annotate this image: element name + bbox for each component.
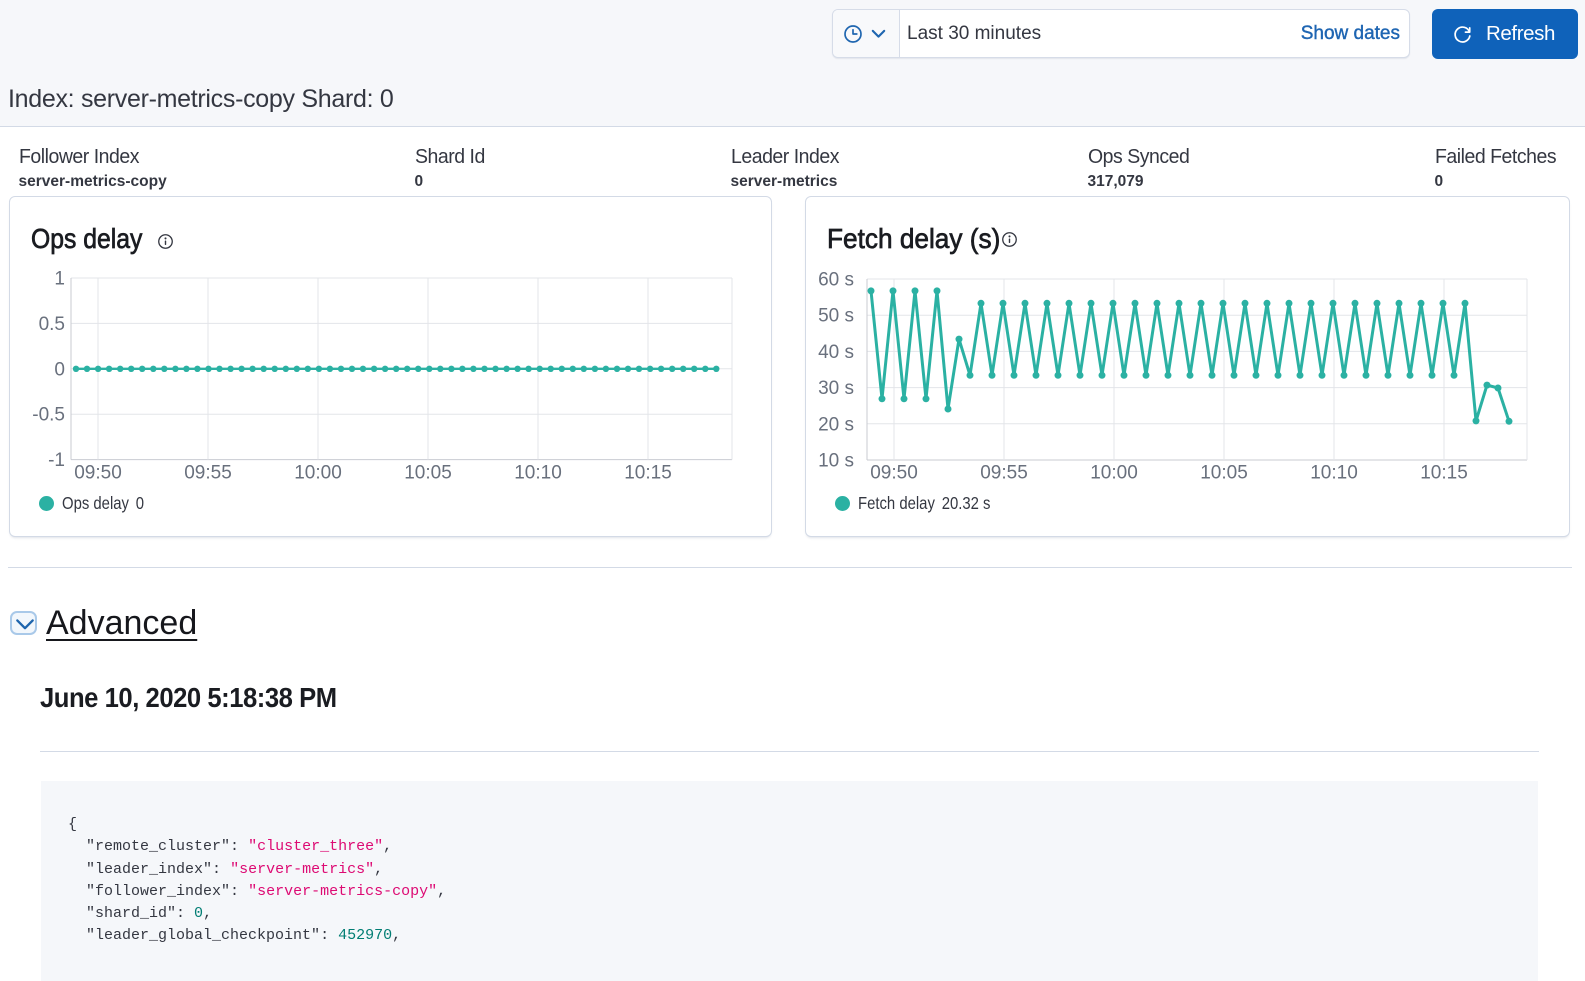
svg-text:30 s: 30 s	[818, 378, 854, 399]
svg-text:10:10: 10:10	[514, 463, 562, 484]
svg-text:09:50: 09:50	[74, 463, 122, 484]
svg-text:10:00: 10:00	[1090, 463, 1138, 484]
svg-text:1: 1	[54, 269, 65, 290]
svg-text:50 s: 50 s	[818, 306, 854, 327]
svg-text:-1: -1	[48, 450, 65, 471]
svg-text:60 s: 60 s	[818, 270, 854, 291]
svg-text:40 s: 40 s	[818, 342, 854, 363]
svg-text:10:05: 10:05	[1200, 463, 1248, 484]
svg-text:09:50: 09:50	[870, 463, 918, 484]
svg-text:09:55: 09:55	[980, 463, 1028, 484]
svg-text:10:00: 10:00	[294, 463, 342, 484]
svg-text:10:10: 10:10	[1310, 463, 1358, 484]
svg-text:20 s: 20 s	[818, 414, 854, 435]
svg-text:10:15: 10:15	[1420, 463, 1468, 484]
svg-text:0: 0	[54, 359, 65, 380]
svg-text:10:05: 10:05	[404, 463, 452, 484]
svg-text:0.5: 0.5	[39, 314, 65, 335]
svg-text:10 s: 10 s	[818, 451, 854, 472]
svg-text:-0.5: -0.5	[32, 405, 65, 426]
svg-text:09:55: 09:55	[184, 463, 232, 484]
svg-text:10:15: 10:15	[624, 463, 672, 484]
